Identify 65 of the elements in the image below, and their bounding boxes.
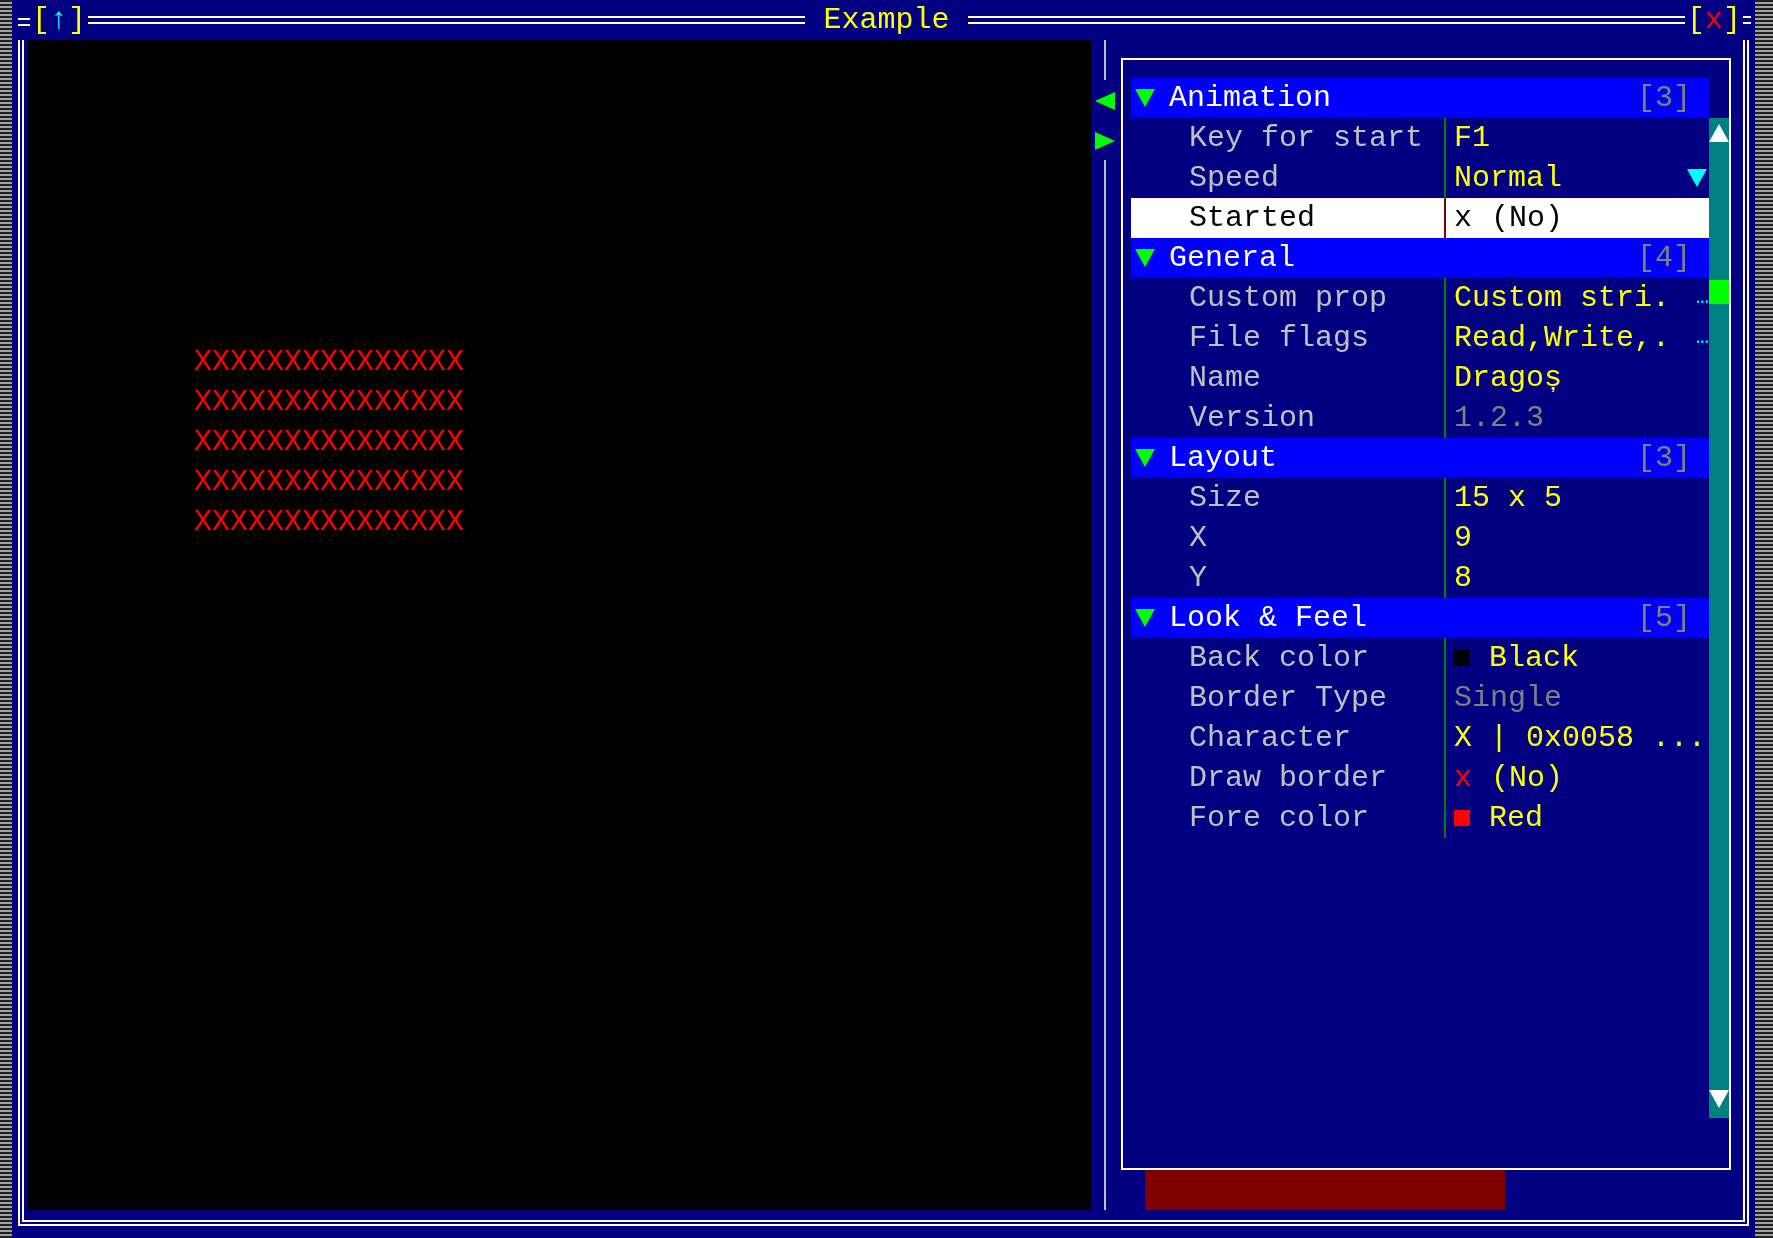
- property-name: Key for start: [1188, 119, 1425, 157]
- up-button[interactable]: [↑]: [30, 0, 89, 40]
- category-count: [4]: [1637, 239, 1691, 277]
- category-name: Layout: [1169, 439, 1278, 477]
- property-name: Version: [1188, 399, 1317, 437]
- property-value: (No): [1491, 759, 1564, 797]
- canvas-text: XXXXXXXXXXXXXXX: [194, 424, 465, 461]
- canvas-text: XXXXXXXXXXXXXXX: [194, 464, 465, 501]
- property-name: File flags: [1188, 319, 1371, 357]
- scroll-down-icon[interactable]: [1709, 1090, 1729, 1108]
- expand-triangle-icon[interactable]: [1135, 609, 1155, 627]
- scroll-thumb[interactable]: [1709, 280, 1729, 304]
- property-name: Character: [1188, 719, 1353, 757]
- property-value: F1: [1454, 119, 1490, 157]
- category-header[interactable]: Layout [3]: [1131, 438, 1709, 478]
- property-value: Read,Write,.: [1454, 319, 1671, 357]
- property-name: Name: [1188, 359, 1262, 397]
- property-row[interactable]: Started x (No): [1131, 198, 1709, 238]
- property-value: X | 0x0058 ...: [1454, 719, 1707, 757]
- property-value: Single: [1454, 679, 1563, 717]
- ellipsis-button[interactable]: …: [1695, 318, 1709, 358]
- property-name: Draw border: [1188, 759, 1389, 797]
- category-count: [3]: [1637, 439, 1691, 477]
- property-value: Custom stri.: [1454, 279, 1671, 317]
- ellipsis-button[interactable]: …: [1695, 278, 1709, 318]
- category-name: Animation: [1169, 79, 1332, 117]
- property-name: Fore color: [1188, 799, 1371, 837]
- expand-triangle-icon[interactable]: [1135, 89, 1155, 107]
- canvas-text: XXXXXXXXXXXXXXX: [194, 384, 465, 421]
- property-value: 1.2.3: [1454, 399, 1544, 437]
- property-name: X: [1188, 519, 1208, 557]
- scroll-up-icon[interactable]: [1709, 124, 1729, 142]
- property-name: Back color: [1188, 639, 1371, 677]
- property-value: (No): [1491, 199, 1564, 237]
- property-value: Black: [1489, 639, 1579, 677]
- property-name: Speed: [1188, 159, 1280, 197]
- close-button[interactable]: [x]: [1684, 0, 1743, 40]
- category-name: General: [1169, 239, 1296, 277]
- property-name: Size: [1188, 479, 1262, 517]
- property-value: Red: [1489, 799, 1543, 837]
- property-value: Normal: [1454, 159, 1563, 197]
- canvas-text: XXXXXXXXXXXXXXX: [194, 344, 465, 381]
- window-title: Example: [822, 1, 951, 39]
- category-count: [3]: [1637, 79, 1691, 117]
- property-name: Started: [1188, 199, 1317, 237]
- canvas-text: XXXXXXXXXXXXXXX: [194, 504, 465, 541]
- checkbox-mark[interactable]: x: [1454, 195, 1472, 241]
- property-value: 15 x 5: [1454, 479, 1563, 517]
- category-header[interactable]: Look & Feel [5]: [1131, 598, 1709, 638]
- property-name: Y: [1188, 559, 1208, 597]
- expand-triangle-icon[interactable]: [1135, 249, 1155, 267]
- property-name: Border Type: [1188, 679, 1389, 717]
- property-value: 9: [1454, 519, 1472, 557]
- category-header[interactable]: General [4]: [1131, 238, 1709, 278]
- splitter-left-arrow-icon[interactable]: [1095, 92, 1115, 110]
- category-count: [5]: [1637, 599, 1691, 637]
- expand-triangle-icon[interactable]: [1135, 449, 1155, 467]
- property-value: 8: [1454, 559, 1472, 597]
- property-value: Dragoș: [1454, 359, 1563, 397]
- property-name: Custom prop: [1188, 279, 1389, 317]
- checkbox-mark[interactable]: x: [1454, 755, 1472, 801]
- splitter-right-arrow-icon[interactable]: [1095, 132, 1115, 150]
- category-header[interactable]: Animation [3]: [1131, 78, 1709, 118]
- category-name: Look & Feel: [1169, 599, 1368, 637]
- dropdown-caret-icon[interactable]: [1687, 169, 1707, 187]
